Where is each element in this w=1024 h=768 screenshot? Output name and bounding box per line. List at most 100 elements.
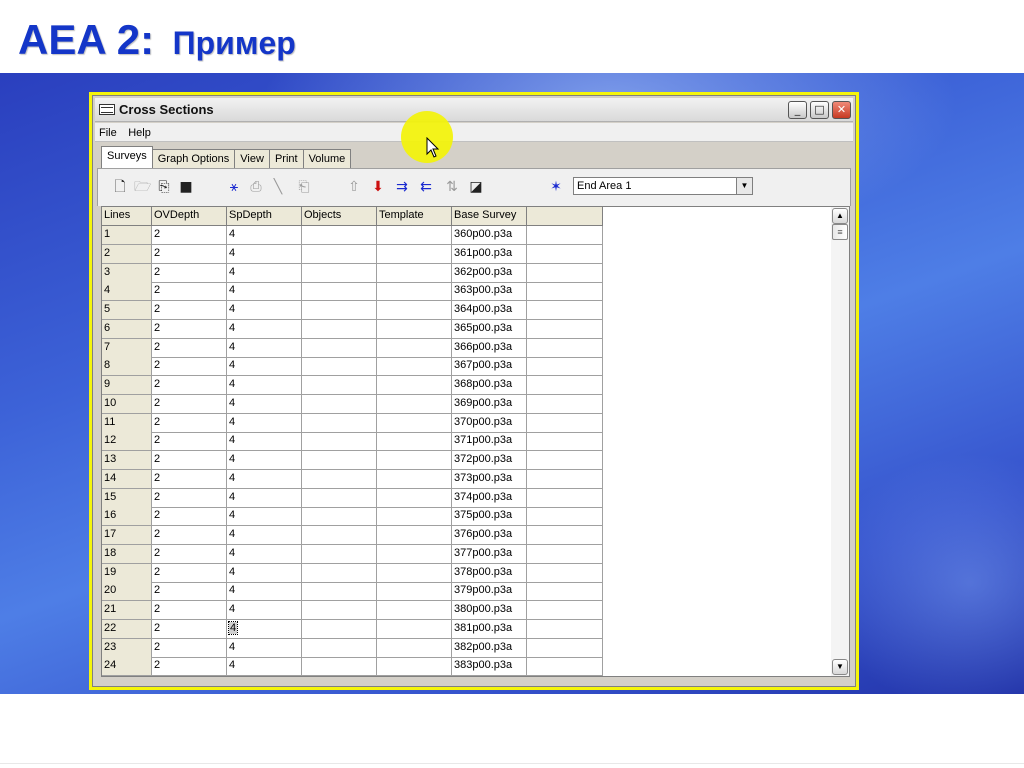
cell-ovdepth[interactable]: 2 [152, 282, 227, 302]
insert-left-icon[interactable]: ⇇ [418, 179, 434, 195]
cell-spdepth[interactable]: 4 [227, 619, 302, 639]
cell-template[interactable] [377, 376, 452, 395]
cell-objects[interactable] [302, 657, 377, 676]
table-row[interactable]: 23 2 4 382p00.p3a [102, 638, 603, 658]
table-row[interactable]: 2 2 4 361p00.p3a [102, 244, 603, 264]
table-row[interactable]: 8 2 4 367p00.p3a [102, 357, 603, 377]
new-icon[interactable]: 🗋 [112, 179, 128, 195]
table-row[interactable]: 6 2 4 365p00.p3a [102, 319, 603, 339]
tab-view[interactable]: View [234, 149, 270, 168]
cell-extra[interactable] [527, 638, 603, 658]
row-header[interactable]: 23 [102, 638, 152, 658]
cell-base-survey[interactable]: 379p00.p3a [452, 582, 527, 602]
scroll-thumb[interactable]: ≡ [832, 224, 848, 240]
cell-template[interactable] [377, 582, 452, 602]
cell-extra[interactable] [527, 282, 603, 302]
cell-template[interactable] [377, 469, 452, 489]
tab-print[interactable]: Print [268, 149, 304, 168]
open-icon[interactable]: 🗁 [134, 179, 151, 195]
cell-spdepth[interactable]: 4 [227, 244, 302, 264]
cell-spdepth[interactable]: 4 [227, 226, 302, 245]
row-header[interactable]: 5 [102, 301, 152, 320]
cell-ovdepth[interactable]: 2 [152, 338, 227, 358]
cell-extra[interactable] [527, 376, 603, 395]
cell-ovdepth[interactable]: 2 [152, 226, 227, 245]
cell-objects[interactable] [302, 638, 377, 658]
cell-spdepth[interactable]: 4 [227, 432, 302, 452]
cell-base-survey[interactable]: 378p00.p3a [452, 563, 527, 583]
cell-ovdepth[interactable]: 2 [152, 507, 227, 527]
table-row[interactable]: 5 2 4 364p00.p3a [102, 301, 603, 320]
cell-extra[interactable] [527, 226, 603, 245]
row-header[interactable]: 14 [102, 469, 152, 489]
cell-extra[interactable] [527, 619, 603, 639]
cell-ovdepth[interactable]: 2 [152, 582, 227, 602]
cell-spdepth[interactable]: 4 [227, 638, 302, 658]
cell-template[interactable] [377, 488, 452, 508]
cell-objects[interactable] [302, 282, 377, 302]
arrow-up-icon[interactable]: ⇧ [346, 179, 362, 195]
cell-template[interactable] [377, 319, 452, 339]
window-titlebar[interactable]: Cross Sections _ □ ✕ [95, 98, 853, 122]
insert-right-icon[interactable]: ⇉ [394, 179, 410, 195]
cell-extra[interactable] [527, 544, 603, 564]
cell-objects[interactable] [302, 451, 377, 470]
row-header[interactable]: 3 [102, 263, 152, 283]
cell-ovdepth[interactable]: 2 [152, 619, 227, 639]
table-row[interactable]: 18 2 4 377p00.p3a [102, 544, 603, 564]
cell-base-survey[interactable]: 368p00.p3a [452, 376, 527, 395]
network-icon[interactable]: ⚹ [226, 179, 242, 195]
cell-ovdepth[interactable]: 2 [152, 244, 227, 264]
cell-template[interactable] [377, 394, 452, 414]
cell-base-survey[interactable]: 369p00.p3a [452, 394, 527, 414]
cell-base-survey[interactable]: 374p00.p3a [452, 488, 527, 508]
cell-base-survey[interactable]: 372p00.p3a [452, 451, 527, 470]
cell-objects[interactable] [302, 226, 377, 245]
cell-template[interactable] [377, 507, 452, 527]
cell-extra[interactable] [527, 582, 603, 602]
cell-ovdepth[interactable]: 2 [152, 657, 227, 676]
column-header-base-survey[interactable]: Base Survey [452, 207, 527, 226]
row-header[interactable]: 22 [102, 619, 152, 639]
row-header[interactable]: 11 [102, 413, 152, 433]
arrow-down-icon[interactable]: ⬇ [370, 179, 386, 195]
tab-surveys[interactable]: Surveys [101, 146, 153, 168]
cell-objects[interactable] [302, 263, 377, 283]
row-header[interactable]: 13 [102, 451, 152, 470]
row-header[interactable]: 2 [102, 244, 152, 264]
cell-objects[interactable] [302, 432, 377, 452]
cell-ovdepth[interactable]: 2 [152, 301, 227, 320]
cell-spdepth[interactable]: 4 [227, 263, 302, 283]
cell-template[interactable] [377, 544, 452, 564]
selected-cell-value[interactable]: 4 [227, 620, 239, 635]
row-header[interactable]: 1 [102, 226, 152, 245]
cell-extra[interactable] [527, 413, 603, 433]
table-row[interactable]: 13 2 4 372p00.p3a [102, 451, 603, 470]
cell-spdepth[interactable]: 4 [227, 526, 302, 545]
cell-template[interactable] [377, 451, 452, 470]
table-row[interactable]: 1 2 4 360p00.p3a [102, 226, 603, 245]
cell-ovdepth[interactable]: 2 [152, 413, 227, 433]
cell-objects[interactable] [302, 413, 377, 433]
cell-template[interactable] [377, 638, 452, 658]
cell-objects[interactable] [302, 563, 377, 583]
maximize-button[interactable]: □ [810, 101, 829, 119]
cell-spdepth[interactable]: 4 [227, 563, 302, 583]
close-button[interactable]: ✕ [832, 101, 851, 119]
cell-extra[interactable] [527, 394, 603, 414]
cell-spdepth[interactable]: 4 [227, 357, 302, 377]
cell-spdepth[interactable]: 4 [227, 507, 302, 527]
cell-ovdepth[interactable]: 2 [152, 376, 227, 395]
cell-base-survey[interactable]: 366p00.p3a [452, 338, 527, 358]
cell-base-survey[interactable]: 381p00.p3a [452, 619, 527, 639]
cell-objects[interactable] [302, 301, 377, 320]
cell-spdepth[interactable]: 4 [227, 301, 302, 320]
cell-base-survey[interactable]: 365p00.p3a [452, 319, 527, 339]
cell-template[interactable] [377, 244, 452, 264]
cell-extra[interactable] [527, 338, 603, 358]
row-header[interactable]: 4 [102, 282, 152, 302]
cell-extra[interactable] [527, 319, 603, 339]
cell-base-survey[interactable]: 380p00.p3a [452, 601, 527, 620]
cell-spdepth[interactable]: 4 [227, 394, 302, 414]
table-row[interactable]: 17 2 4 376p00.p3a [102, 526, 603, 545]
